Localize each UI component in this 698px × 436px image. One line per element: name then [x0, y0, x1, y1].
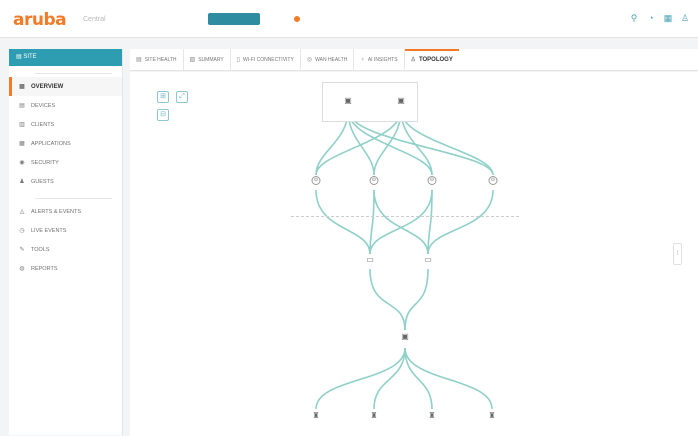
uplink-icon: ⊙	[488, 176, 498, 185]
gateway-node[interactable]: ▣	[397, 96, 405, 106]
nav-group-manage: ▦ OVERVIEW ▤ DEVICES ▥ CLIENTS ▦ APPLICATIONS ◉ S…	[9, 77, 122, 191]
scope-selector-button[interactable]	[208, 13, 260, 25]
uplink-icon: ⊙	[311, 176, 321, 185]
sidebar-item-label: TOOLS	[31, 246, 50, 253]
sidebar-item-label: OVERVIEW	[31, 83, 64, 90]
sidebar: ▤ SITE ▦ OVERVIEW ▤ DEVICES ▥ CLIENTS ▦ APPLICA…	[9, 49, 123, 435]
tab-wan-health[interactable]: ◎ WAN HEALTH	[301, 48, 355, 71]
sidebar-item-clients[interactable]: ▥ CLIENTS	[9, 115, 122, 134]
ai-insights-icon: ♀	[360, 56, 365, 63]
tab-label: TOPOLOGY	[418, 56, 453, 63]
access-point-node[interactable]: ♜	[428, 411, 435, 421]
sidebar-item-alerts-events[interactable]: ◬ ALERTS & EVENTS	[9, 202, 122, 221]
search-bar[interactable]	[292, 12, 442, 26]
gateway-icon: ▣	[344, 96, 352, 105]
applications-icon: ▦	[19, 141, 25, 147]
overview-icon: ▦	[19, 84, 25, 90]
uplink-node[interactable]: ⊙	[311, 176, 321, 186]
tab-site-health[interactable]: ▤ SITE HEALTH	[130, 48, 184, 71]
top-bar: aruba Central ⚲ ◔ ▦ ♙	[0, 0, 698, 38]
security-icon: ◉	[19, 160, 25, 166]
gateway-node[interactable]: ▣	[344, 96, 352, 106]
tab-wi-fi-connectivity[interactable]: ▯ WI-FI CONNECTIVITY	[231, 48, 301, 71]
header-actions: ⚲ ◔ ▦ ♙	[629, 13, 690, 23]
switch-icon: ▭	[424, 255, 432, 264]
search-icon[interactable]: ⚲	[629, 13, 639, 23]
tab-label: AI INSIGHTS	[367, 56, 398, 63]
wifi-connectivity-icon: ▯	[236, 56, 240, 63]
sidebar-item-devices[interactable]: ▤ DEVICES	[9, 96, 122, 115]
nav-group-analyze: ◬ ALERTS & EVENTS ◷ LIVE EVENTS ✎ TOOLS ◍ REPOR…	[9, 202, 122, 278]
sidebar-item-overview[interactable]: ▦ OVERVIEW	[9, 77, 122, 96]
switch-icon: ▣	[401, 332, 409, 341]
section-label-analyze	[9, 191, 122, 202]
gateway-icon: ▣	[397, 96, 405, 105]
sidebar-item-label: CLIENTS	[31, 121, 55, 128]
tab-label: WAN HEALTH	[315, 56, 348, 63]
sidebar-item-reports[interactable]: ◍ REPORTS	[9, 259, 122, 278]
devices-icon: ▤	[19, 103, 25, 109]
sidebar-item-label: DEVICES	[31, 102, 56, 109]
access-point-node[interactable]: ♜	[370, 411, 377, 421]
aruba-logo[interactable]: aruba	[13, 10, 67, 30]
switch-node[interactable]: ▭	[366, 255, 374, 265]
user-icon[interactable]: ♙	[680, 13, 690, 23]
sidebar-item-label: LIVE EVENTS	[31, 227, 67, 234]
clients-icon: ▥	[19, 122, 25, 128]
tab-topology[interactable]: ♙ TOPOLOGY	[404, 48, 459, 71]
tab-summary[interactable]: ▧ SUMMARY	[184, 48, 231, 71]
tab-ai-insights[interactable]: ♀ AI INSIGHTS	[354, 48, 405, 71]
switch-icon: ▭	[366, 255, 374, 264]
uplink-node[interactable]: ⊙	[427, 176, 437, 186]
sidebar-item-applications[interactable]: ▦ APPLICATIONS	[9, 134, 122, 153]
guests-icon: ♟	[19, 179, 25, 185]
access-point-node[interactable]: ♜	[488, 411, 495, 421]
topology-divider	[291, 216, 519, 217]
live-events-icon: ◷	[19, 228, 25, 234]
sidebar-item-live-events[interactable]: ◷ LIVE EVENTS	[9, 221, 122, 240]
access-switch-node[interactable]: ▣	[401, 332, 409, 342]
sidebar-item-tools[interactable]: ✎ TOOLS	[9, 240, 122, 259]
tab-label: SUMMARY	[198, 56, 224, 63]
sidebar-item-label: REPORTS	[31, 265, 58, 272]
sidebar-item-label: ALERTS & EVENTS	[31, 208, 82, 215]
topology-links	[315, 109, 494, 410]
sidebar-item-label: SECURITY	[31, 159, 59, 166]
uplink-icon: ⊙	[427, 176, 437, 185]
site-health-icon: ▤	[136, 56, 142, 63]
sidebar-item-guests[interactable]: ♟ GUESTS	[9, 172, 122, 191]
access-point-node[interactable]: ♜	[312, 411, 319, 421]
topology-icon: ♙	[410, 56, 416, 63]
product-name: Central	[83, 16, 106, 23]
access-point-icon: ♜	[370, 411, 378, 420]
uplink-icon: ⊙	[369, 176, 379, 185]
tab-bar: ▤ SITE HEALTH ▧ SUMMARY ▯ WI-FI CONNECTIVITY ◎…	[130, 48, 698, 71]
uplink-node[interactable]: ⊙	[369, 176, 379, 186]
site-selector[interactable]: ▤ SITE	[9, 49, 122, 66]
side-panel-toggle[interactable]: ⁞	[673, 243, 682, 265]
wan-health-icon: ◎	[306, 56, 313, 63]
apps-grid-icon[interactable]: ▦	[663, 13, 673, 23]
sidebar-item-security[interactable]: ◉ SECURITY	[9, 153, 122, 172]
topology-canvas[interactable]: ⊞ ⤢ ⊟ ▣ ▣ ⊙ ⊙ ⊙ ⊙ ▭ ▭ ▣ ♜ ♜ ♜ ♜ ⁞	[130, 72, 698, 436]
uplink-node[interactable]: ⊙	[488, 176, 498, 186]
sidebar-item-label: APPLICATIONS	[31, 140, 71, 147]
switch-node[interactable]: ▭	[424, 255, 432, 265]
access-point-icon: ♜	[312, 411, 320, 420]
summary-icon: ▧	[189, 56, 196, 63]
search-icon	[294, 16, 300, 22]
tab-label: SITE HEALTH	[144, 56, 177, 63]
reports-icon: ◍	[19, 266, 25, 272]
tools-icon: ✎	[19, 247, 25, 253]
section-label-manage	[9, 66, 122, 77]
alerts-icon: ◬	[19, 209, 25, 215]
access-point-icon: ♜	[488, 411, 496, 420]
site-label: SITE	[23, 54, 37, 60]
access-point-icon: ♜	[428, 411, 436, 420]
help-icon[interactable]: ◔	[646, 13, 656, 23]
tab-label: WI-FI CONNECTIVITY	[242, 56, 294, 63]
sidebar-item-label: GUESTS	[31, 178, 54, 185]
